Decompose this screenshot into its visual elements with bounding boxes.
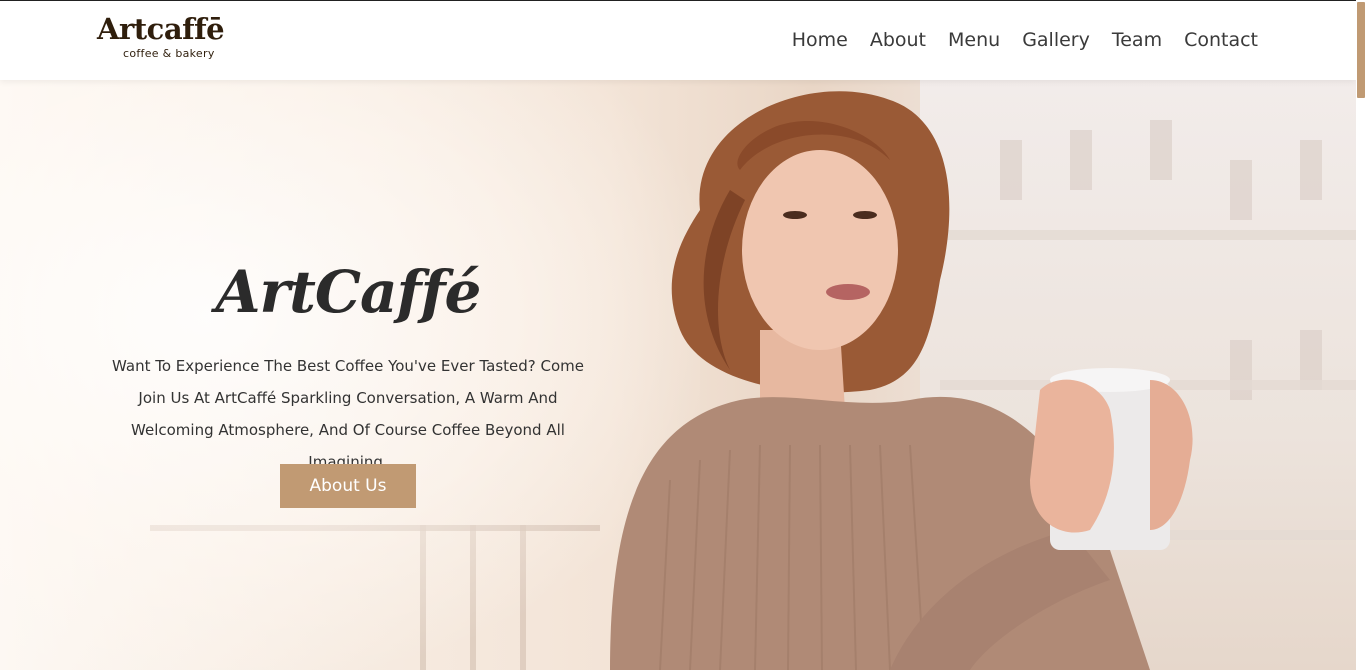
page-scrollbar[interactable] bbox=[1356, 0, 1366, 670]
scrollbar-thumb[interactable] bbox=[1357, 2, 1365, 98]
hero-section: ArtCaffé Want To Experience The Best Cof… bbox=[0, 80, 1356, 670]
nav-team[interactable]: Team bbox=[1112, 29, 1162, 51]
about-us-button[interactable]: About Us bbox=[280, 464, 416, 508]
brand-logo[interactable]: Artcaffē coffee & bakery bbox=[97, 12, 242, 64]
brand-tagline: coffee & bakery bbox=[123, 47, 215, 60]
background-window bbox=[1230, 340, 1252, 400]
nav-about[interactable]: About bbox=[870, 29, 926, 51]
hero-description: Want To Experience The Best Coffee You'v… bbox=[112, 357, 584, 471]
nav-home[interactable]: Home bbox=[792, 29, 848, 51]
site-header: Artcaffē coffee & bakery Home About Menu… bbox=[0, 1, 1356, 80]
woman-with-coffee-cup-photo bbox=[610, 91, 1193, 670]
background-window bbox=[1300, 140, 1322, 200]
hero-title: ArtCaffé bbox=[215, 258, 482, 326]
nav-menu[interactable]: Menu bbox=[948, 29, 1000, 51]
nav-gallery[interactable]: Gallery bbox=[1022, 29, 1090, 51]
background-window bbox=[1230, 160, 1252, 220]
brand-name: Artcaffē bbox=[97, 12, 225, 46]
main-nav: Home About Menu Gallery Team Contact bbox=[770, 29, 1258, 51]
nav-contact[interactable]: Contact bbox=[1184, 29, 1258, 51]
